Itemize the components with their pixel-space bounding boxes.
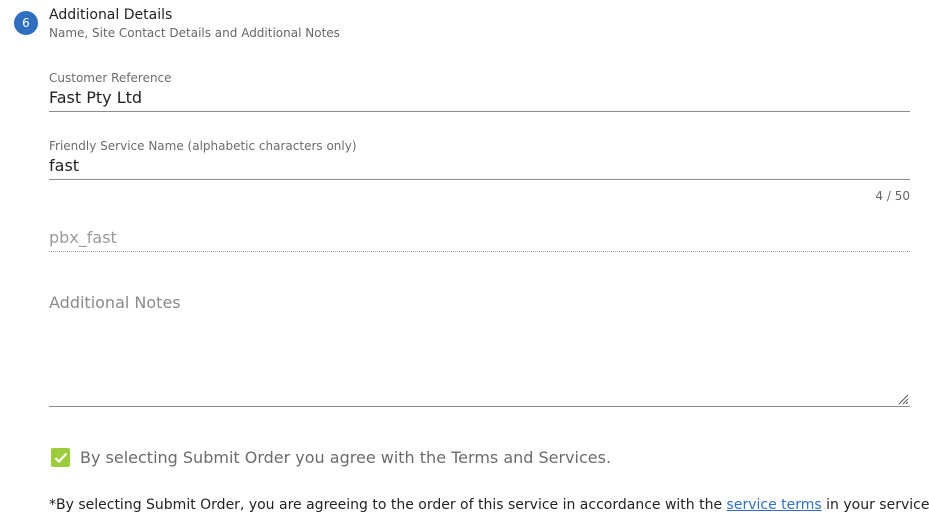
additional-notes-placeholder: Additional Notes xyxy=(49,293,181,312)
character-counter: 4 / 50 xyxy=(875,189,910,203)
friendly-service-name-input[interactable]: fast xyxy=(49,153,910,180)
checkmark-icon xyxy=(54,452,67,463)
generated-name-field: pbx_fast xyxy=(49,225,910,252)
step-number-badge: 6 xyxy=(14,11,38,35)
friendly-service-name-field: Friendly Service Name (alphabetic charac… xyxy=(49,139,910,180)
additional-details-section: 6 Additional Details Name, Site Contact … xyxy=(0,0,929,527)
customer-reference-label: Customer Reference xyxy=(49,71,172,85)
customer-reference-field: Customer Reference Fast Pty Ltd xyxy=(49,71,910,112)
service-terms-link[interactable]: service terms xyxy=(727,497,822,513)
customer-reference-input[interactable]: Fast Pty Ltd xyxy=(49,85,910,112)
terms-agreement-row: By selecting Submit Order you agree with… xyxy=(51,448,611,467)
terms-checkbox[interactable] xyxy=(51,448,70,467)
terms-footer-note: *By selecting Submit Order, you are agre… xyxy=(49,497,929,513)
footer-text-before: *By selecting Submit Order, you are agre… xyxy=(49,497,723,513)
footer-text-after: in your service deed. xyxy=(826,497,929,513)
resize-handle-icon[interactable] xyxy=(897,393,909,405)
terms-checkbox-label[interactable]: By selecting Submit Order you agree with… xyxy=(80,448,611,467)
step-title: Additional Details xyxy=(49,7,173,23)
additional-notes-textarea[interactable]: Additional Notes xyxy=(49,288,910,407)
step-subtitle: Name, Site Contact Details and Additiona… xyxy=(49,26,340,40)
generated-name-input: pbx_fast xyxy=(49,225,910,252)
friendly-service-name-label: Friendly Service Name (alphabetic charac… xyxy=(49,139,357,153)
